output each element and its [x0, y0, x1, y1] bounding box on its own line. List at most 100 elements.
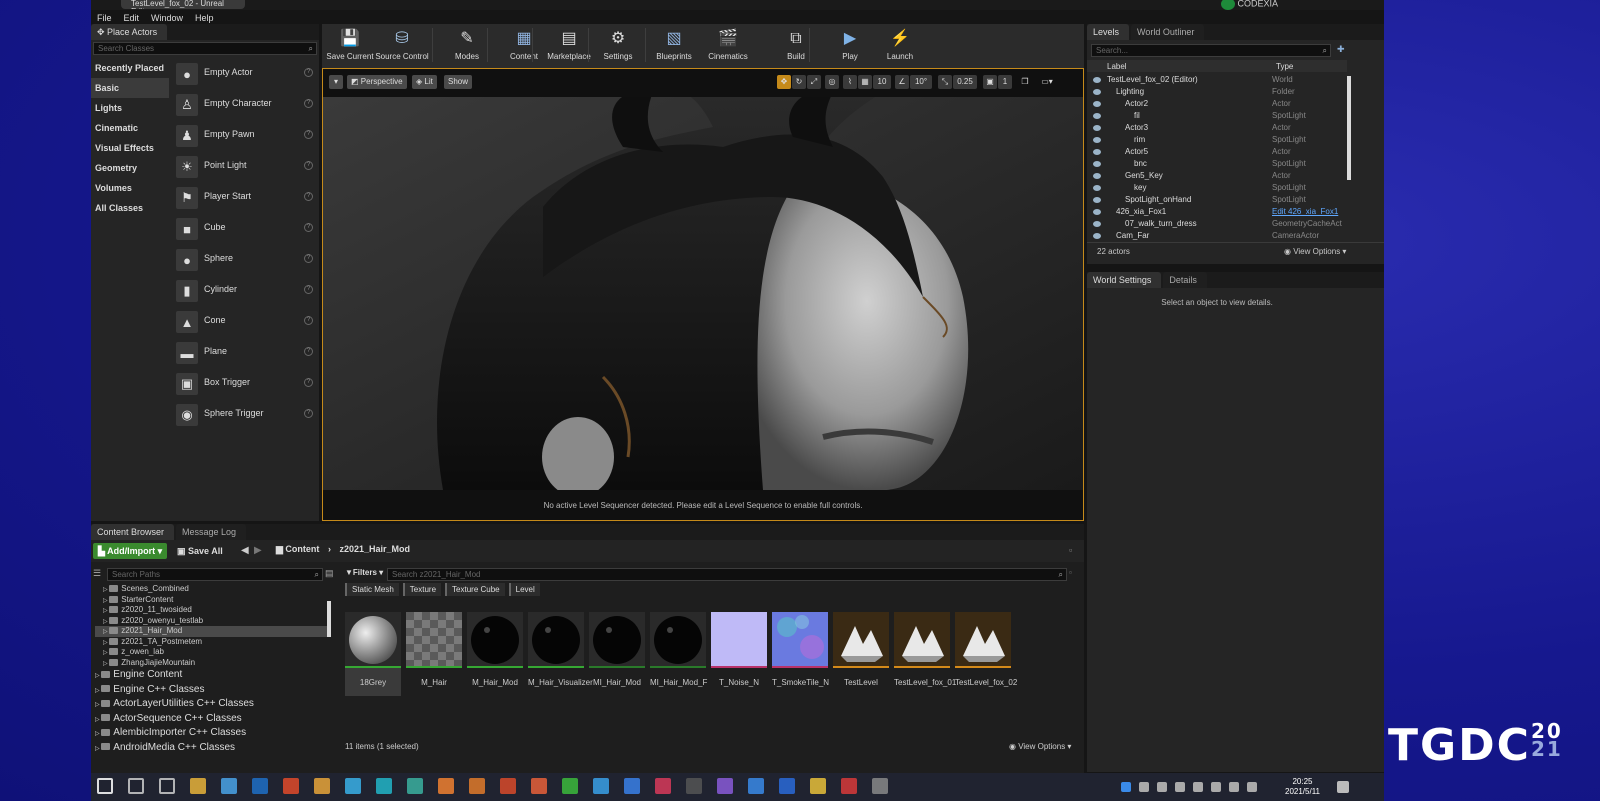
search-icon[interactable]: ⌕ — [1323, 45, 1327, 56]
actor-item[interactable]: ● Empty Actor? — [170, 58, 319, 89]
category-basic[interactable]: Basic — [91, 78, 169, 98]
tree-folder[interactable]: ▷ Scenes_Combined — [95, 584, 329, 595]
toolbar-launch-button[interactable]: ⚡ Launch — [872, 26, 928, 66]
toolbar-blueprints-button[interactable]: ▧ Blueprints — [646, 26, 702, 66]
help-icon[interactable]: ? — [304, 192, 313, 201]
system-clock[interactable]: 20:25 2021/5/11 — [1285, 777, 1320, 797]
viewport-options-button[interactable]: ▾ — [329, 75, 343, 89]
tree-folder[interactable]: ▷ z_owen_lab — [95, 647, 329, 658]
outliner-row[interactable]: TestLevel_fox_02 (Editor) World — [1087, 74, 1347, 86]
tray-icon[interactable] — [1211, 782, 1221, 792]
visibility-eye-icon[interactable] — [1093, 197, 1101, 203]
asset-tile[interactable]: M_Hair — [406, 612, 462, 692]
search-icon[interactable]: ⌕ — [315, 569, 319, 580]
windows-start-icon[interactable] — [97, 778, 113, 794]
filter-chip[interactable]: Static Mesh — [345, 583, 399, 596]
tray-icon[interactable] — [1139, 782, 1149, 792]
app-icon[interactable] — [810, 778, 826, 794]
asset-view-options[interactable]: ◉ View Options ▾ — [1009, 742, 1071, 751]
outliner-row[interactable]: Actor3 Actor — [1087, 122, 1347, 134]
window-title-tab[interactable]: TestLevel_fox_02 - Unreal Editor — [121, 0, 245, 9]
tab-details[interactable]: Details — [1163, 272, 1207, 288]
category-all-classes[interactable]: All Classes — [91, 198, 169, 218]
save-search-icon[interactable]: ▫ — [1069, 568, 1072, 577]
outliner-row[interactable]: key SpotLight — [1087, 182, 1347, 194]
outlook-icon[interactable] — [252, 778, 268, 794]
visibility-eye-icon[interactable] — [1093, 173, 1101, 179]
translate-icon[interactable]: ✥ — [777, 75, 791, 89]
camera-speed-value[interactable]: 1 — [998, 75, 1012, 89]
tray-icon[interactable] — [1229, 782, 1239, 792]
tab-world-settings[interactable]: World Settings — [1087, 272, 1162, 288]
toolbar-settings-button[interactable]: ⚙ Settings — [590, 26, 646, 66]
help-icon[interactable]: ? — [304, 254, 313, 263]
terminal-icon[interactable] — [686, 778, 702, 794]
maximize-icon[interactable]: ❐ — [1018, 75, 1032, 89]
visibility-eye-icon[interactable] — [1093, 113, 1101, 119]
help-icon[interactable]: ? — [304, 223, 313, 232]
outliner-row[interactable]: Cam_Far CameraActor — [1087, 230, 1347, 242]
world-local-icon[interactable]: ◎ — [825, 75, 839, 89]
help-icon[interactable]: ? — [304, 409, 313, 418]
tree-folder[interactable]: ▷ ActorLayerUtilities C++ Classes — [95, 697, 329, 712]
show-button[interactable]: Show — [444, 75, 473, 89]
add-import-button[interactable]: ▙ Add/Import ▾ — [93, 543, 168, 559]
outliner-row-type[interactable]: Edit 426_xia_Fox1 — [1272, 206, 1338, 218]
scale-icon[interactable]: ⤢ — [807, 75, 821, 89]
visibility-eye-icon[interactable] — [1093, 221, 1101, 227]
file-explorer-icon[interactable] — [190, 778, 206, 794]
outliner-row[interactable]: fil SpotLight — [1087, 110, 1347, 122]
tab-message-log[interactable]: Message Log — [176, 524, 247, 540]
visibility-eye-icon[interactable] — [1093, 185, 1101, 191]
help-icon[interactable]: ? — [304, 316, 313, 325]
filter-chip[interactable]: Texture — [402, 583, 442, 596]
tree-folder[interactable]: ▷ StarterContent — [95, 595, 329, 606]
chrome-icon[interactable] — [221, 778, 237, 794]
search-icon[interactable]: ⌕ — [1059, 569, 1063, 580]
asset-tile[interactable]: M_Hair_Visualizer — [528, 612, 593, 692]
app-icon[interactable] — [748, 778, 764, 794]
actor-item[interactable]: ⚑ Player Start? — [170, 182, 319, 213]
app-icon[interactable] — [283, 778, 299, 794]
lock-icon[interactable]: ▫ — [1069, 545, 1072, 555]
tree-folder[interactable]: ▷ z2021_Hair_Mod — [95, 626, 329, 637]
toolbar-cinematics-button[interactable]: 🎬 Cinematics — [700, 26, 756, 66]
tree-folder[interactable]: ▷ z2021_TA_Postmetem — [95, 637, 329, 648]
outliner-scrollbar[interactable] — [1347, 76, 1351, 180]
filter-chip[interactable]: Texture Cube — [445, 583, 505, 596]
tray-icon[interactable] — [1175, 782, 1185, 792]
visibility-eye-icon[interactable] — [1093, 101, 1101, 107]
app-icon[interactable] — [500, 778, 516, 794]
tray-icon[interactable] — [1121, 782, 1131, 792]
actor-item[interactable]: ♙ Empty Character? — [170, 89, 319, 120]
perspective-button[interactable]: ◩ Perspective — [347, 75, 407, 89]
visibility-eye-icon[interactable] — [1093, 125, 1101, 131]
scale-snap-value[interactable]: 0.25 — [953, 75, 977, 89]
category-lights[interactable]: Lights — [91, 98, 169, 118]
asset-tile[interactable]: TestLevel_fox_02 — [955, 612, 1017, 692]
outliner-view-options[interactable]: ◉ View Options ▾ — [1284, 247, 1346, 256]
category-recently-placed[interactable]: Recently Placed — [91, 58, 169, 78]
save-all-button[interactable]: ▣ Save All — [177, 543, 223, 559]
actor-item[interactable]: ☀ Point Light? — [170, 151, 319, 182]
app-icon[interactable] — [655, 778, 671, 794]
actor-item[interactable]: ■ Cube? — [170, 213, 319, 244]
tree-collapse-icon[interactable]: ☰ — [93, 568, 101, 579]
blender-icon[interactable] — [438, 778, 454, 794]
app-icon[interactable] — [376, 778, 392, 794]
tray-icon[interactable] — [1157, 782, 1167, 792]
asset-search-input[interactable]: Search z2021_Hair_Mod ⌕ — [387, 568, 1067, 581]
search-icon[interactable]: ⌕ — [309, 43, 313, 54]
powerpoint-icon[interactable] — [531, 778, 547, 794]
tray-icon[interactable] — [1247, 782, 1257, 792]
help-icon[interactable]: ? — [304, 378, 313, 387]
category-volumes[interactable]: Volumes — [91, 178, 169, 198]
actor-item[interactable]: ▣ Box Trigger? — [170, 368, 319, 399]
surface-snap-icon[interactable]: ⌇ — [843, 75, 857, 89]
tab-place-actors[interactable]: ✥ Place Actors — [91, 24, 168, 40]
notification-icon[interactable] — [1337, 781, 1349, 793]
category-cinematic[interactable]: Cinematic — [91, 118, 169, 138]
search-paths-input[interactable]: Search Paths ⌕ — [107, 568, 323, 581]
asset-tile[interactable]: MI_Hair_Mod — [589, 612, 645, 692]
level-viewport[interactable]: ▾ ◩ Perspective ◈ Lit Show ✥ ↻ ⤢ ◎ ⌇ ▦ 1… — [322, 68, 1084, 521]
